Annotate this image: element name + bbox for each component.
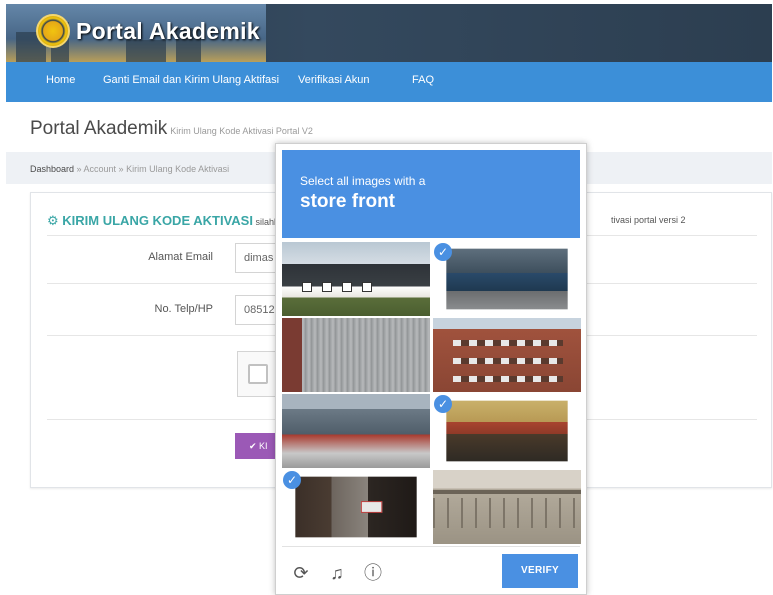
challenge-header: Select all images with a store front	[282, 150, 580, 238]
recaptcha-challenge: Select all images with a store front ✓ ✓…	[275, 143, 587, 595]
captcha-tile-storefront-3[interactable]: ✓	[282, 470, 430, 544]
page-subtitle: Kirim Ulang Kode Aktivasi Portal V2	[170, 126, 313, 136]
selected-check-icon: ✓	[283, 471, 301, 489]
verify-button[interactable]: VERIFY	[502, 554, 578, 588]
selected-check-icon: ✓	[434, 243, 452, 261]
app-title[interactable]: Portal Akademik	[76, 18, 260, 45]
page: Portal Akademik Home Ganti Email dan Kir…	[0, 0, 773, 595]
gears-icon: ⚙	[47, 213, 59, 228]
info-icon[interactable]: ⓘ	[362, 562, 384, 584]
captcha-tile-apartment[interactable]	[433, 318, 581, 392]
page-title-text: Portal Akademik	[30, 118, 168, 139]
selected-check-icon: ✓	[434, 395, 452, 413]
recaptcha-checkbox[interactable]	[248, 364, 268, 384]
breadcrumb: Dashboard » Account » Kirim Ulang Kode A…	[30, 164, 229, 174]
nav-item-faq[interactable]: FAQ	[412, 74, 434, 86]
captcha-tile-street-building[interactable]	[282, 394, 430, 468]
divider	[282, 546, 580, 547]
phone-label: No. Telp/HP	[154, 303, 214, 315]
captcha-tile-house-roof[interactable]	[282, 242, 430, 316]
nav-item-home[interactable]: Home	[46, 74, 75, 86]
submit-button[interactable]: ✔ KI	[235, 433, 279, 459]
panel-heading-text: KIRIM ULANG KODE AKTIVASI	[62, 213, 253, 228]
captcha-tile-storefront-1[interactable]: ✓	[433, 242, 581, 316]
audio-icon[interactable]: ♫	[326, 562, 348, 584]
breadcrumb-dashboard[interactable]: Dashboard	[30, 164, 74, 174]
page-title: Portal Akademik Kirim Ulang Kode Aktivasi…	[30, 118, 313, 140]
captcha-tile-garage-door[interactable]	[282, 318, 430, 392]
nav-item-verify-account[interactable]: Verifikasi Akun	[298, 74, 370, 86]
panel-heading: ⚙ KIRIM ULANG KODE AKTIVASI silahka	[47, 213, 283, 229]
panel-heading-note-right: tivasi portal versi 2	[611, 215, 686, 225]
main-navbar: Home Ganti Email dan Kirim Ulang Aktifas…	[6, 62, 772, 102]
challenge-instruction: Select all images with a	[300, 174, 426, 188]
reload-icon[interactable]: ⟳	[290, 562, 312, 584]
email-label: Alamat Email	[148, 251, 213, 263]
university-logo-icon[interactable]	[36, 14, 70, 48]
breadcrumb-trail: » Account » Kirim Ulang Kode Aktivasi	[74, 164, 230, 174]
captcha-tile-bridge[interactable]	[433, 470, 581, 544]
header-banner: Portal Akademik	[6, 4, 772, 62]
nav-item-change-email[interactable]: Ganti Email dan Kirim Ulang Aktifasi	[103, 74, 279, 86]
challenge-target: store front	[300, 191, 395, 212]
captcha-tile-storefront-2[interactable]: ✓	[433, 394, 581, 468]
